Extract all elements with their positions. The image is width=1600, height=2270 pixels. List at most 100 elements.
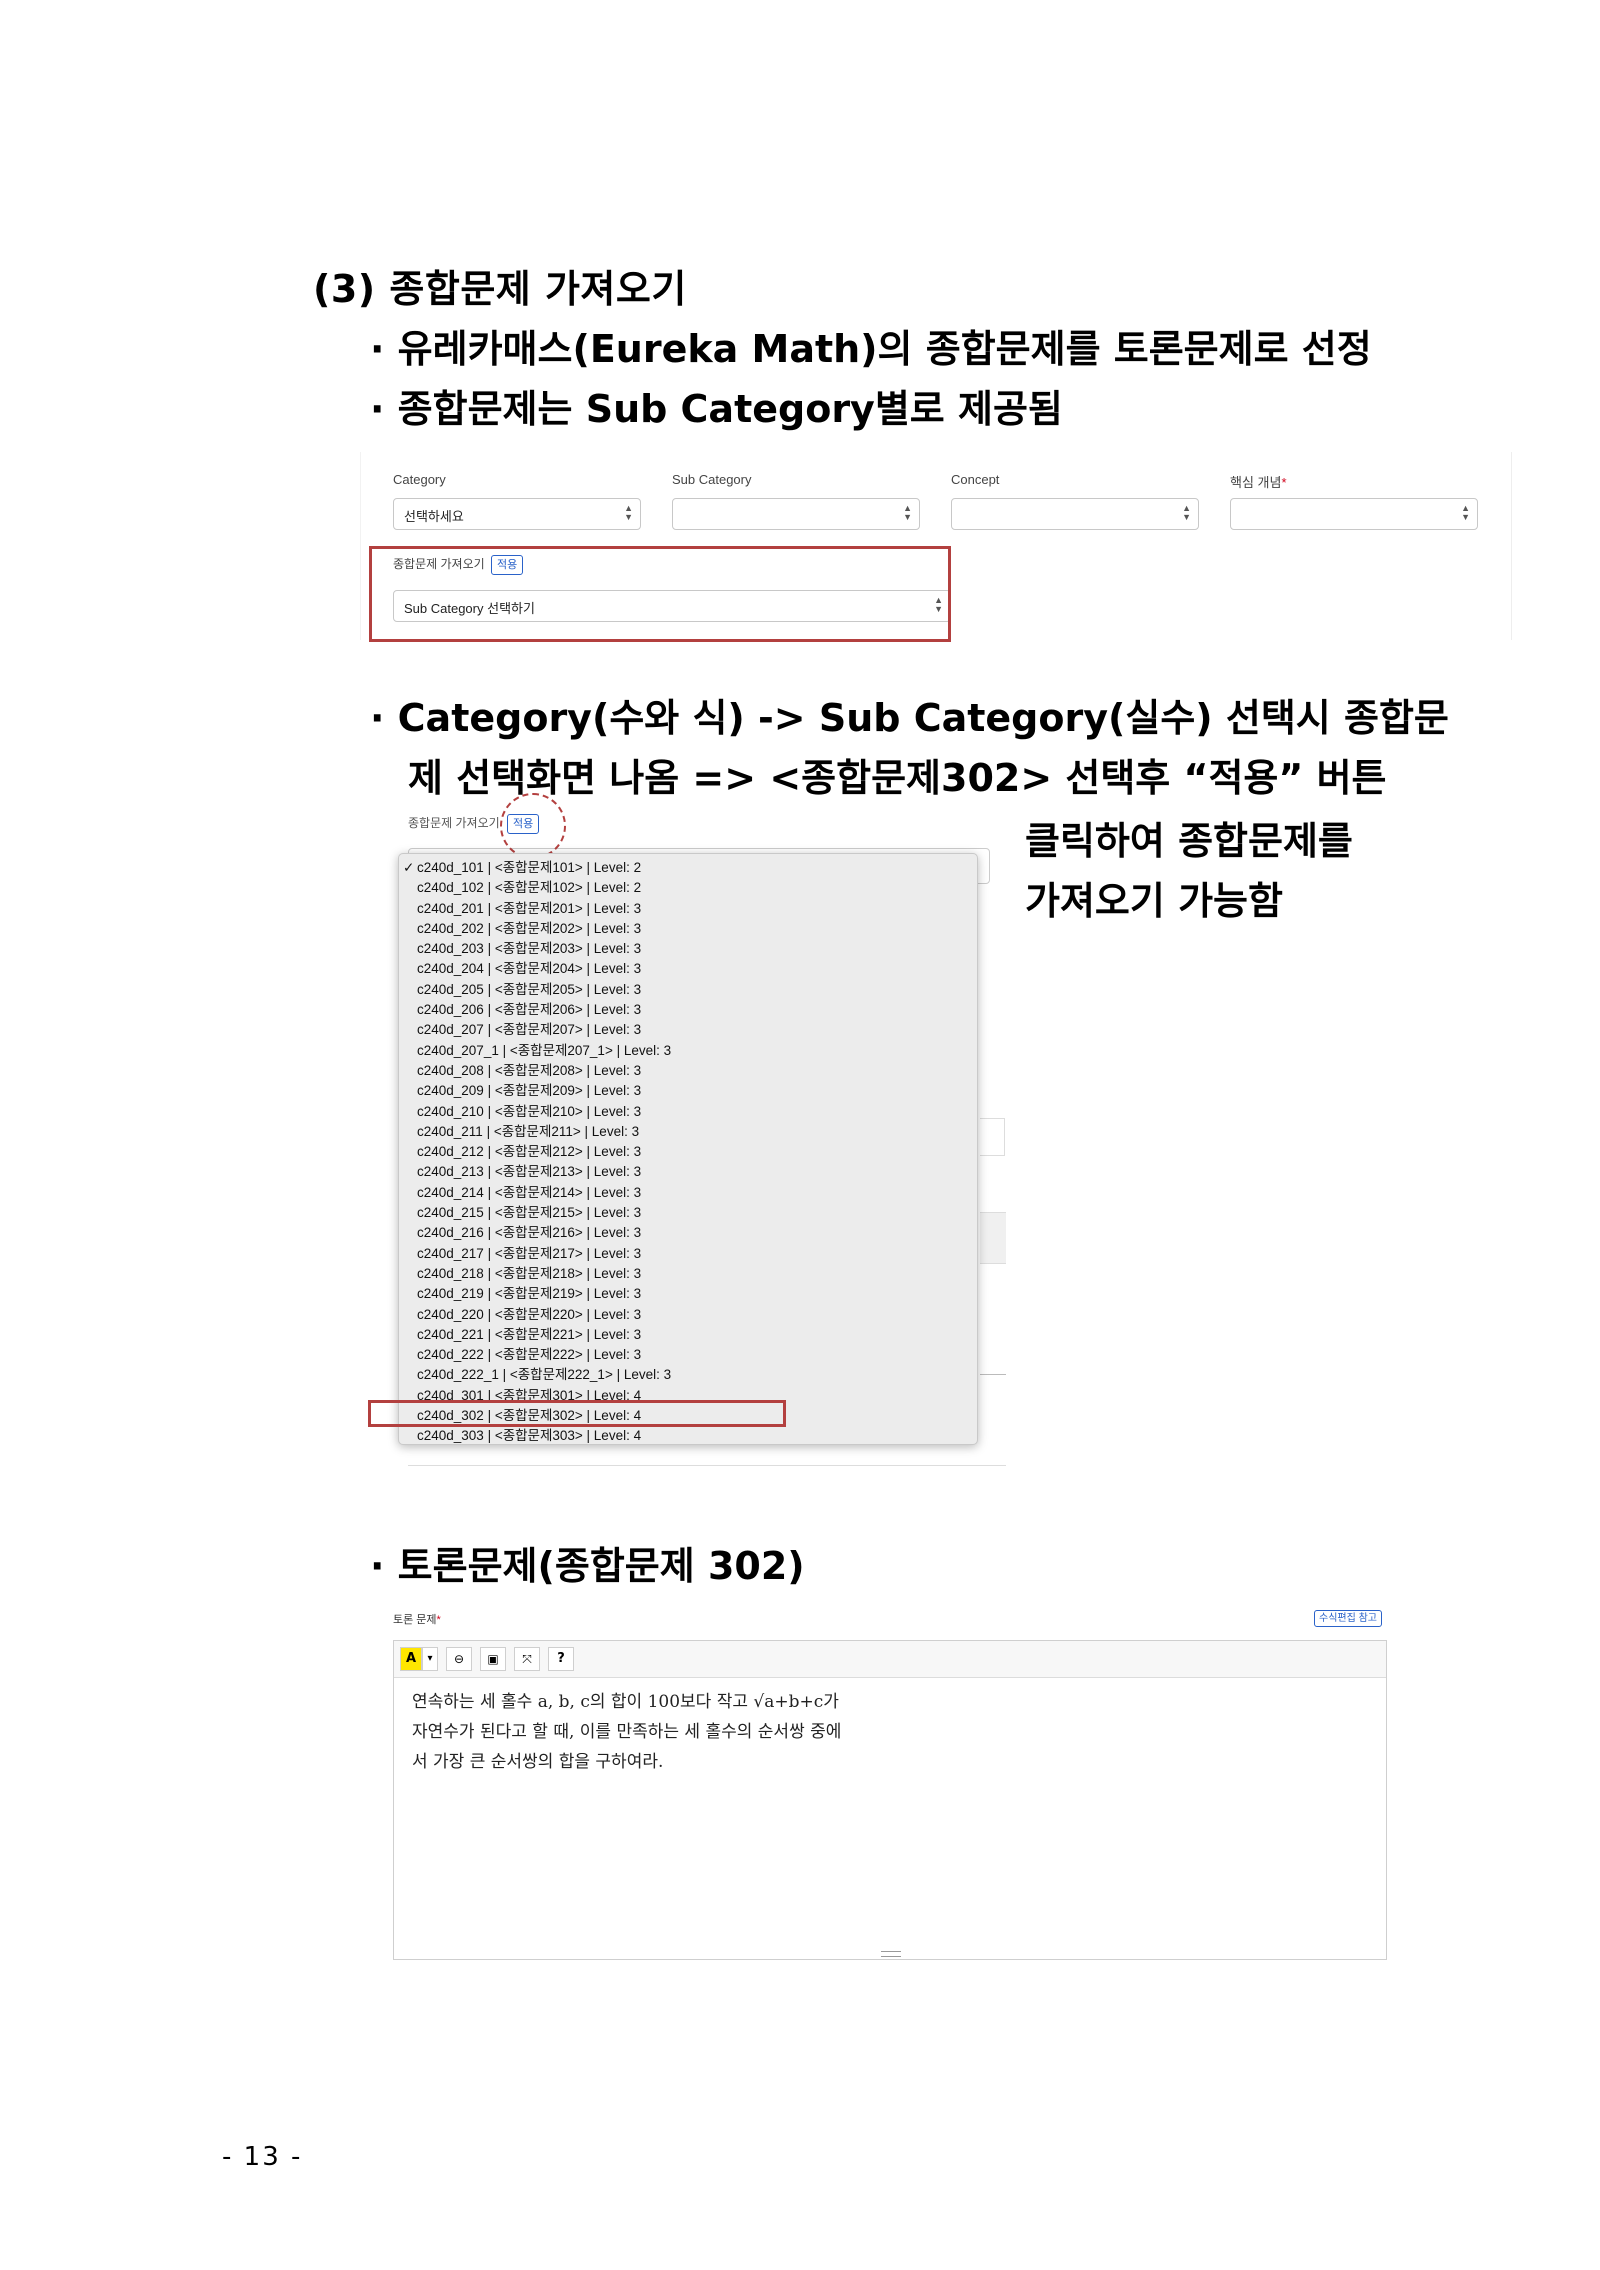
- dropdown-option[interactable]: c240d_202 | <종합문제202> | Level: 3: [399, 919, 977, 939]
- checkmark-icon: ✓: [403, 860, 415, 875]
- dropdown-option[interactable]: c240d_203 | <종합문제203> | Level: 3: [399, 939, 977, 959]
- dropdown-option[interactable]: c240d_219 | <종합문제219> | Level: 3: [399, 1284, 977, 1304]
- dropdown-option-label: c240d_204 | <종합문제204> | Level: 3: [417, 961, 642, 977]
- help-glyph: ?: [557, 1651, 565, 1666]
- editor-label: 토론 문제*: [393, 1611, 441, 1627]
- dropdown-option[interactable]: c240d_214 | <종합문제214> | Level: 3: [399, 1183, 977, 1203]
- question-line-2: 자연수가 된다고 할 때, 이를 만족하는 세 홀수의 순서쌍 중에: [412, 1722, 842, 1742]
- dropdown-option[interactable]: c240d_204 | <종합문제204> | Level: 3: [399, 959, 977, 979]
- help-icon[interactable]: ?: [548, 1647, 574, 1671]
- dropdown-option[interactable]: c240d_209 | <종합문제209> | Level: 3: [399, 1081, 977, 1101]
- dropdown-option[interactable]: c240d_207 | <종합문제207> | Level: 3: [399, 1020, 977, 1040]
- dropdown-import-label: 종합문제 가져오기: [408, 816, 500, 830]
- description-line-2: 제 선택화면 나옴 => <종합문제302> 선택후 “적용” 버튼: [408, 756, 1387, 800]
- dropdown-option[interactable]: c240d_213 | <종합문제213> | Level: 3: [399, 1162, 977, 1182]
- dropdown-option[interactable]: c240d_221 | <종합문제221> | Level: 3: [399, 1325, 977, 1345]
- dropdown-option[interactable]: ✓ c240d_101 | <종합문제101> | Level: 2: [399, 858, 977, 878]
- description-line-3: 클릭하여 종합문제를: [1025, 819, 1353, 863]
- dropdown-option[interactable]: c240d_206 | <종합문제206> | Level: 3: [399, 1000, 977, 1020]
- required-mark: *: [1281, 475, 1287, 490]
- dropdown-option-label: c240d_215 | <종합문제215> | Level: 3: [417, 1205, 642, 1221]
- dropdown-option-label: c240d_102 | <종합문제102> | Level: 2: [417, 880, 642, 896]
- question-line-1: 연속하는 세 홀수 a, b, c의 합이 100보다 작고 √a+b+c가: [412, 1692, 839, 1712]
- dropdown-option[interactable]: c240d_201 | <종합문제201> | Level: 3: [399, 899, 977, 919]
- dropdown-option-label: c240d_303 | <종합문제303> | Level: 4: [417, 1428, 642, 1444]
- fullscreen-icon[interactable]: ⤧: [514, 1647, 540, 1671]
- dropdown-option-label: c240d_211 | <종합문제211> | Level: 3: [417, 1123, 640, 1139]
- sub-category-select[interactable]: ▲ ▼: [672, 498, 920, 530]
- dropdown-option[interactable]: c240d_215 | <종합문제215> | Level: 3: [399, 1203, 977, 1223]
- bullet-2: · 종합문제는 Sub Category별로 제공됨: [370, 387, 1063, 431]
- dropdown-option[interactable]: c240d_216 | <종합문제216> | Level: 3: [399, 1223, 977, 1243]
- dropdown-option[interactable]: c240d_211 | <종합문제211> | Level: 3: [399, 1122, 977, 1142]
- description-line-1: · Category(수와 식) -> Sub Category(실수) 선택시…: [370, 696, 1449, 740]
- underlying-bar: [980, 1212, 1006, 1264]
- page-number: - 13 -: [222, 2142, 303, 2172]
- dropdown-option-label: c240d_203 | <종합문제203> | Level: 3: [417, 941, 642, 957]
- dropdown-option[interactable]: c240d_303 | <종합문제303> | Level: 4: [399, 1426, 977, 1444]
- dropdown-option-label: c240d_221 | <종합문제221> | Level: 3: [417, 1326, 642, 1342]
- dropdown-option-label: c240d_220 | <종합문제220> | Level: 3: [417, 1306, 642, 1322]
- dropdown-option[interactable]: c240d_218 | <종합문제218> | Level: 3: [399, 1264, 977, 1284]
- highlight-icon[interactable]: A: [400, 1647, 422, 1671]
- editor-content[interactable]: 연속하는 세 홀수 a, b, c의 합이 100보다 작고 √a+b+c가 자…: [412, 1687, 841, 1777]
- core-concept-select[interactable]: ▲ ▼: [1230, 498, 1478, 530]
- description-line-4: 가져오기 가능함: [1025, 879, 1283, 923]
- dropdown-option-label: c240d_218 | <종합문제218> | Level: 3: [417, 1265, 642, 1281]
- concept-select[interactable]: ▲ ▼: [951, 498, 1199, 530]
- select-arrows-icon: ▲ ▼: [1461, 503, 1470, 522]
- underlying-field: [980, 1118, 1005, 1156]
- dropdown-option[interactable]: c240d_222_1 | <종합문제222_1> | Level: 3: [399, 1365, 977, 1385]
- dropdown-option-label: c240d_222 | <종합문제222> | Level: 3: [417, 1347, 642, 1363]
- selected-option-highlight: [368, 1400, 786, 1427]
- resize-handle[interactable]: [881, 1951, 901, 1957]
- dropdown-option-label: c240d_210 | <종합문제210> | Level: 3: [417, 1103, 642, 1119]
- dropdown-option-label: c240d_208 | <종합문제208> | Level: 3: [417, 1062, 642, 1078]
- image-glyph: ▣: [487, 1652, 499, 1666]
- category-select[interactable]: 선택하세요 ▲ ▼: [393, 498, 641, 530]
- dropdown-option[interactable]: c240d_222 | <종합문제222> | Level: 3: [399, 1345, 977, 1365]
- sub-category-label: Sub Category: [672, 472, 752, 487]
- dropdown-option-label: c240d_206 | <종합문제206> | Level: 3: [417, 1002, 642, 1018]
- dropdown-option-label: c240d_212 | <종합문제212> | Level: 3: [417, 1144, 642, 1160]
- dropdown-option[interactable]: c240d_205 | <종합문제205> | Level: 3: [399, 980, 977, 1000]
- underlying-toolbar: [408, 1465, 1006, 1476]
- core-concept-label-text: 핵심 개념: [1230, 475, 1282, 490]
- image-icon[interactable]: ▣: [480, 1647, 506, 1671]
- dropdown-option[interactable]: c240d_212 | <종합문제212> | Level: 3: [399, 1142, 977, 1162]
- option-dropdown-list[interactable]: ✓ c240d_101 | <종합문제101> | Level: 2 c240d_1…: [398, 853, 978, 1445]
- dropdown-option[interactable]: c240d_220 | <종합문제220> | Level: 3: [399, 1305, 977, 1325]
- dropdown-option-label: c240d_205 | <종합문제205> | Level: 3: [417, 981, 642, 997]
- dropdown-option-label: c240d_207_1 | <종합문제207_1> | Level: 3: [417, 1042, 672, 1058]
- dropdown-option-label: c240d_217 | <종합문제217> | Level: 3: [417, 1245, 642, 1261]
- question-editor[interactable]: A ▾ ⊖ ▣ ⤧ ? 연속하는 세 홀수 a, b, c의 합이 100보다 …: [393, 1640, 1387, 1960]
- dropdown-option[interactable]: c240d_207_1 | <종합문제207_1> | Level: 3: [399, 1041, 977, 1061]
- select-arrows-icon: ▲ ▼: [903, 503, 912, 522]
- link-icon[interactable]: ⊖: [446, 1647, 472, 1671]
- dropdown-option[interactable]: c240d_217 | <종합문제217> | Level: 3: [399, 1244, 977, 1264]
- editor-required-mark: *: [436, 1614, 441, 1626]
- dropdown-option[interactable]: c240d_210 | <종합문제210> | Level: 3: [399, 1102, 977, 1122]
- dropdown-option-label: c240d_101 | <종합문제101> | Level: 2: [417, 860, 642, 875]
- core-concept-label: 핵심 개념*: [1230, 472, 1287, 491]
- dropdown-option-label: c240d_219 | <종합문제219> | Level: 3: [417, 1286, 642, 1302]
- dropdown-option[interactable]: c240d_102 | <종합문제102> | Level: 2: [399, 878, 977, 898]
- highlight-glyph: A: [405, 1651, 417, 1666]
- editor-label-text: 토론 문제: [393, 1614, 437, 1626]
- link-glyph: ⊖: [453, 1652, 465, 1666]
- dropdown-option-label: c240d_201 | <종합문제201> | Level: 3: [417, 900, 642, 916]
- category-select-value: 선택하세요: [404, 509, 464, 524]
- apply-circle-highlight: [500, 793, 566, 859]
- chevron-down-icon[interactable]: ▾: [422, 1647, 438, 1671]
- dropdown-option-label: c240d_213 | <종합문제213> | Level: 3: [417, 1164, 642, 1180]
- bullet-1: · 유레카매스(Eureka Math)의 종합문제를 토론문제로 선정: [370, 327, 1372, 371]
- dropdown-option-label: c240d_207 | <종합문제207> | Level: 3: [417, 1022, 642, 1038]
- section-2-heading: · 토론문제(종합문제 302): [370, 1544, 805, 1588]
- question-line-3: 서 가장 큰 순서쌍의 합을 구하여라.: [412, 1752, 664, 1772]
- dropdown-option-label: c240d_222_1 | <종합문제222_1> | Level: 3: [417, 1367, 672, 1383]
- formula-help-button[interactable]: 수식편집 참고: [1314, 1610, 1382, 1627]
- dropdown-option-label: c240d_202 | <종합문제202> | Level: 3: [417, 920, 642, 936]
- select-arrows-icon: ▲ ▼: [1182, 503, 1191, 522]
- chevron-glyph: ▾: [427, 1653, 433, 1664]
- dropdown-option[interactable]: c240d_208 | <종합문제208> | Level: 3: [399, 1061, 977, 1081]
